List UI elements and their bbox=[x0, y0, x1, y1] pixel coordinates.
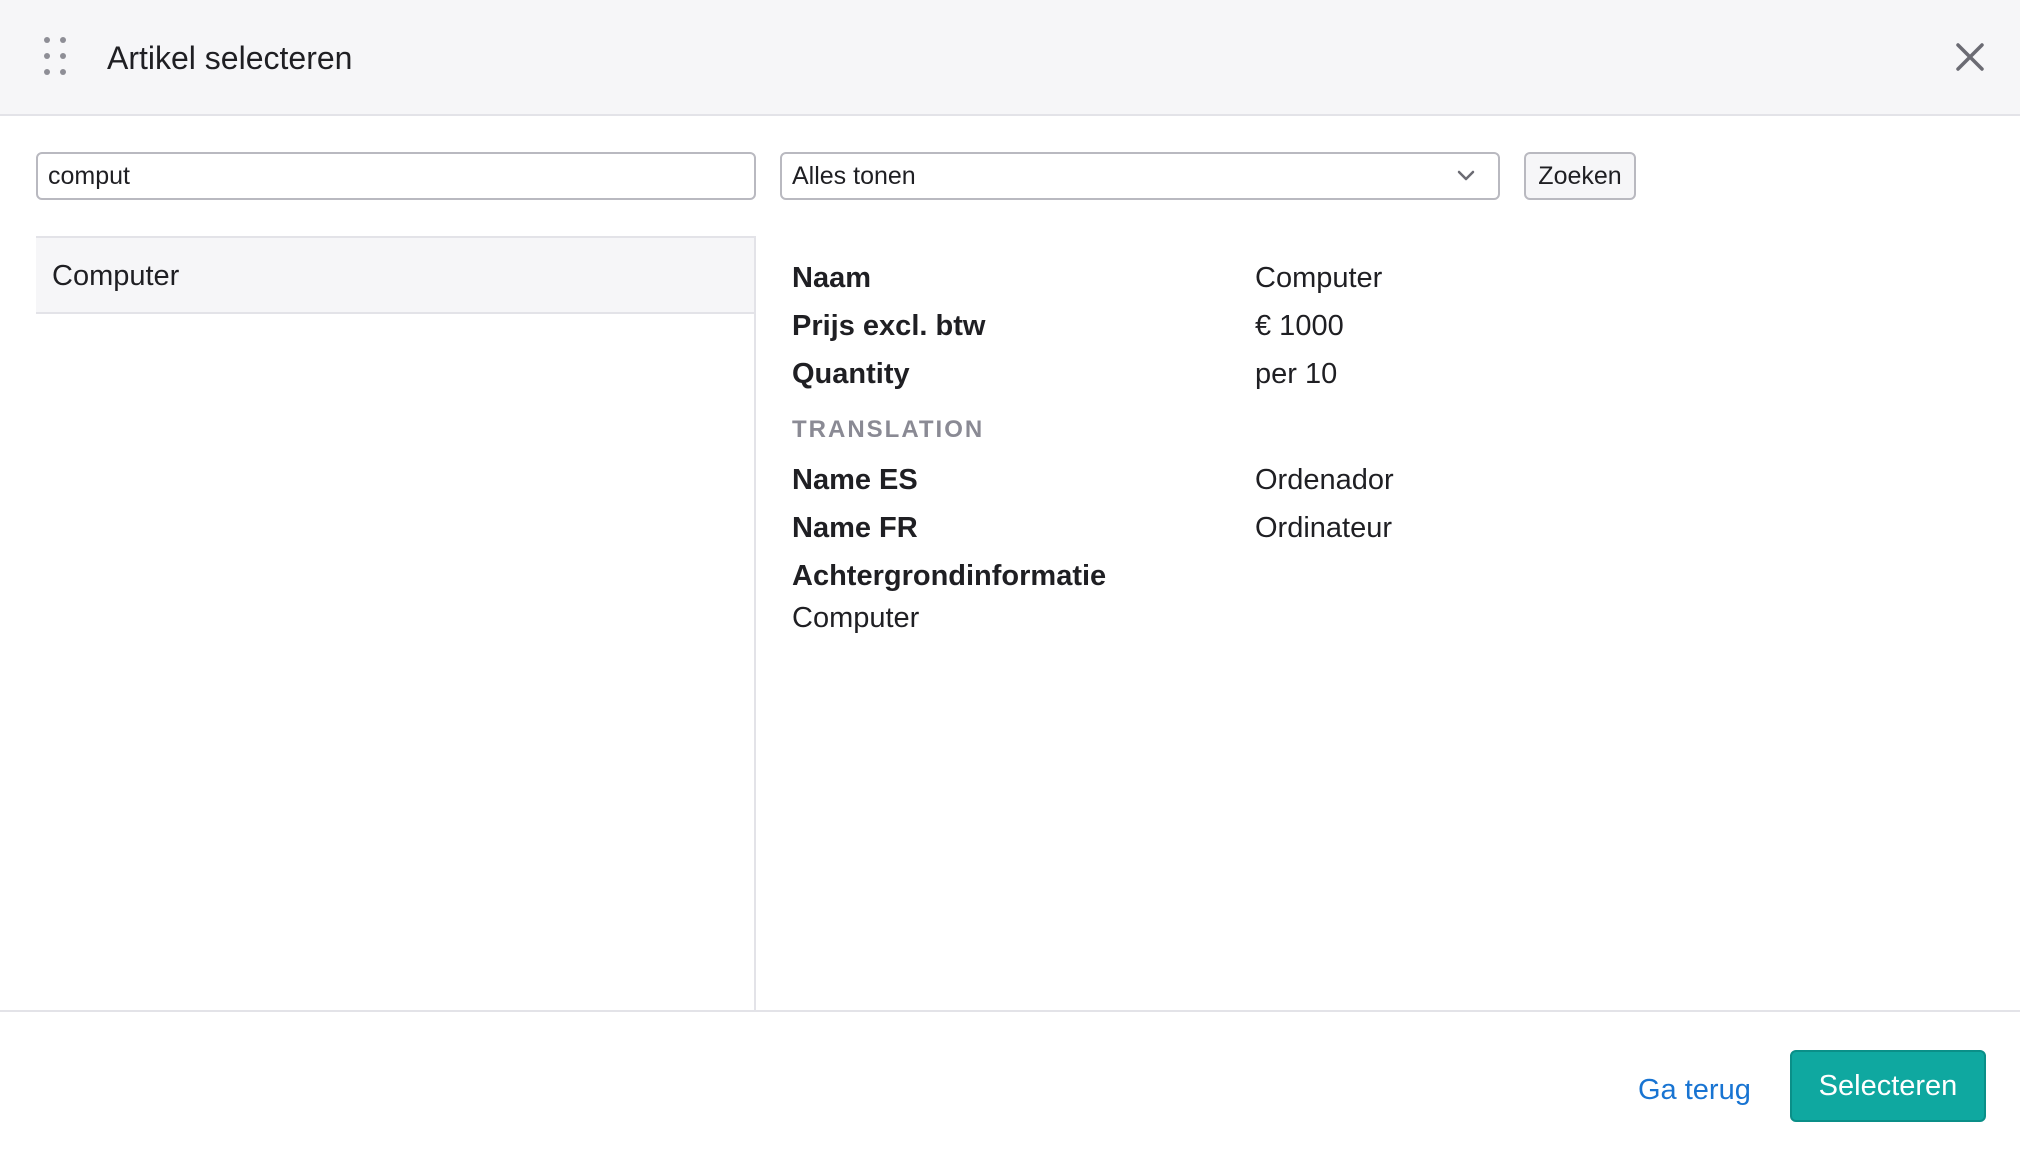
dialog-header: Artikel selecteren bbox=[0, 0, 2020, 116]
detail-row-name-fr: Name FR Ordinateur bbox=[792, 506, 1972, 550]
translation-heading: TRANSLATION bbox=[792, 416, 985, 443]
close-button[interactable] bbox=[1950, 37, 1990, 77]
detail-label: Naam bbox=[792, 262, 871, 294]
list-item[interactable]: Computer bbox=[36, 238, 754, 314]
detail-value: Computer bbox=[1255, 262, 1383, 294]
background-info-value: Computer bbox=[792, 602, 920, 634]
detail-label: Name FR bbox=[792, 512, 918, 544]
results-list: Computer bbox=[36, 236, 756, 1012]
detail-row-quantity: Quantity per 10 bbox=[792, 352, 1972, 396]
search-button[interactable]: Zoeken bbox=[1524, 152, 1636, 200]
select-button[interactable]: Selecteren bbox=[1790, 1050, 1986, 1122]
filter-select[interactable]: Alles tonen bbox=[780, 152, 1500, 200]
detail-value: Ordenador bbox=[1255, 464, 1394, 496]
filter-selected-value: Alles tonen bbox=[792, 162, 916, 190]
detail-value: per 10 bbox=[1255, 358, 1338, 390]
detail-row-name: Naam Computer bbox=[792, 256, 1972, 300]
background-info-label: Achtergrondinformatie bbox=[792, 560, 1107, 592]
close-icon bbox=[1956, 43, 1984, 71]
detail-label: Prijs excl. btw bbox=[792, 310, 986, 342]
dialog-title: Artikel selecteren bbox=[107, 40, 353, 76]
drag-handle-icon[interactable] bbox=[44, 37, 68, 77]
detail-label: Name ES bbox=[792, 464, 918, 496]
detail-value: Ordinateur bbox=[1255, 512, 1393, 544]
search-input[interactable] bbox=[36, 152, 756, 200]
detail-value: € 1000 bbox=[1255, 310, 1344, 342]
chevron-down-icon bbox=[1457, 170, 1475, 181]
detail-row-price: Prijs excl. btw € 1000 bbox=[792, 304, 1972, 348]
article-select-dialog: Artikel selecteren Alles tonen Zoeken Co… bbox=[0, 0, 2020, 1154]
detail-label: Quantity bbox=[792, 358, 910, 390]
list-item-label: Computer bbox=[52, 260, 180, 292]
detail-row-name-es: Name ES Ordenador bbox=[792, 458, 1972, 502]
back-link[interactable]: Ga terug bbox=[1638, 1068, 1751, 1112]
dialog-footer: Ga terug Selecteren bbox=[0, 1010, 2020, 1154]
